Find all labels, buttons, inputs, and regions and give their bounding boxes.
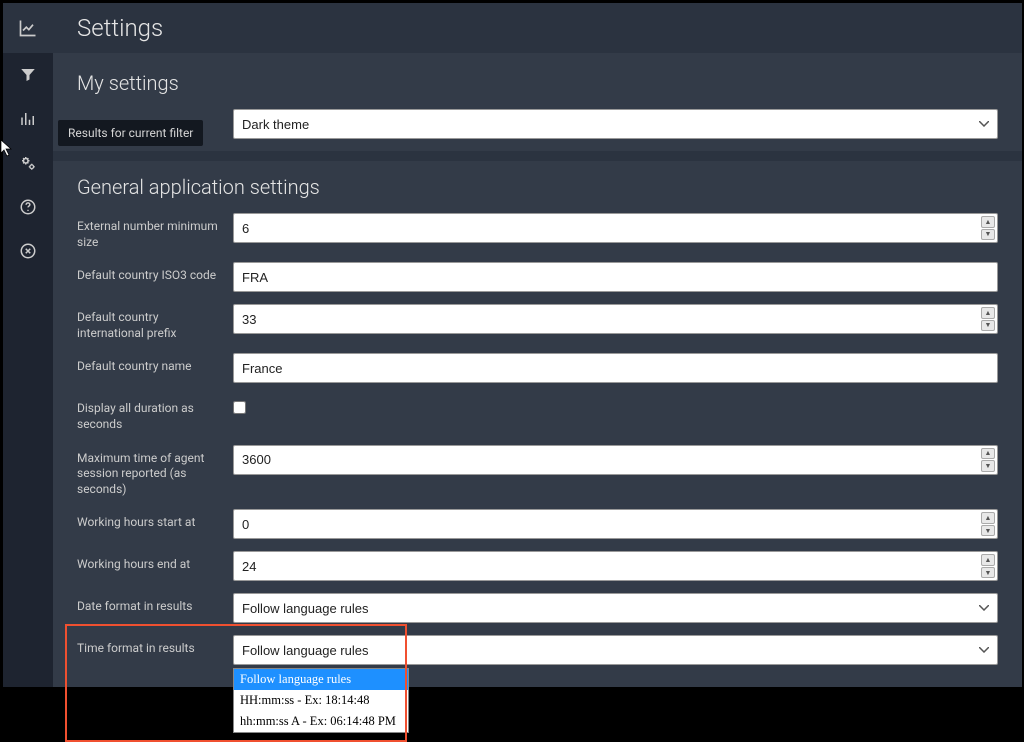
spin-down[interactable]: ▼ bbox=[981, 229, 995, 241]
input-work-end[interactable] bbox=[233, 551, 998, 581]
close-circle-icon bbox=[19, 242, 37, 260]
row-date-format: Date format in results Follow language r… bbox=[77, 593, 998, 623]
sidebar-item-close[interactable] bbox=[3, 229, 53, 273]
my-settings-title: My settings bbox=[77, 71, 998, 95]
tooltip-results: Results for current filter bbox=[58, 120, 203, 146]
spin-down[interactable]: ▼ bbox=[981, 525, 995, 537]
general-settings-title: General application settings bbox=[77, 175, 998, 199]
row-country-name: Default country name bbox=[77, 353, 998, 383]
row-work-end: Working hours end at ▲ ▼ bbox=[77, 551, 998, 581]
spin-up[interactable]: ▲ bbox=[981, 448, 995, 460]
label-date-format: Date format in results bbox=[77, 593, 233, 615]
input-country-name[interactable] bbox=[233, 353, 998, 383]
page-title: Settings bbox=[77, 14, 163, 42]
label-ext-num-min: External number minimum size bbox=[77, 213, 233, 250]
bar-chart-icon bbox=[19, 110, 37, 128]
help-icon bbox=[19, 198, 37, 216]
chart-line-icon bbox=[18, 18, 38, 38]
time-format-option[interactable]: Follow language rules bbox=[234, 669, 408, 690]
input-work-start[interactable] bbox=[233, 509, 998, 539]
content: My settings Dark theme General applicati… bbox=[53, 53, 1022, 687]
row-iso3: Default country ISO3 code bbox=[77, 262, 998, 292]
sidebar bbox=[3, 3, 53, 687]
main: Settings My settings Dark theme General … bbox=[53, 3, 1022, 687]
input-ext-num-min[interactable] bbox=[233, 213, 998, 243]
sidebar-item-results[interactable] bbox=[3, 97, 53, 141]
time-format-option[interactable]: hh:mm:ss A - Ex: 06:14:48 PM bbox=[234, 711, 408, 732]
time-format-dropdown: Follow language rules HH:mm:ss - Ex: 18:… bbox=[233, 668, 409, 733]
sidebar-logo[interactable] bbox=[3, 3, 53, 53]
spin-up[interactable]: ▲ bbox=[981, 216, 995, 228]
label-work-start: Working hours start at bbox=[77, 509, 233, 531]
page-header: Settings bbox=[53, 3, 1022, 53]
row-intl-prefix: Default country international prefix ▲ ▼ bbox=[77, 304, 998, 341]
row-ext-num-min: External number minimum size ▲ ▼ bbox=[77, 213, 998, 250]
row-dur-seconds: Display all duration as seconds bbox=[77, 395, 998, 432]
row-theme: Dark theme bbox=[77, 109, 998, 139]
spin-down[interactable]: ▼ bbox=[981, 320, 995, 332]
divider bbox=[53, 151, 1022, 161]
spin-down[interactable]: ▼ bbox=[981, 460, 995, 472]
spin-up[interactable]: ▲ bbox=[981, 307, 995, 319]
input-max-session[interactable] bbox=[233, 445, 998, 475]
select-date-format[interactable]: Follow language rules bbox=[233, 593, 998, 623]
select-time-format[interactable]: Follow language rules bbox=[233, 635, 998, 665]
label-max-session: Maximum time of agent session reported (… bbox=[77, 445, 233, 498]
label-time-format: Time format in results bbox=[77, 635, 233, 657]
label-iso3: Default country ISO3 code bbox=[77, 262, 233, 284]
sidebar-item-filter[interactable] bbox=[3, 53, 53, 97]
label-intl-prefix: Default country international prefix bbox=[77, 304, 233, 341]
filter-icon bbox=[19, 66, 37, 84]
spin-down[interactable]: ▼ bbox=[981, 567, 995, 579]
spin-up[interactable]: ▲ bbox=[981, 512, 995, 524]
label-dur-seconds: Display all duration as seconds bbox=[77, 395, 233, 432]
cursor-icon bbox=[0, 139, 14, 157]
spin-up[interactable]: ▲ bbox=[981, 554, 995, 566]
label-country-name: Default country name bbox=[77, 353, 233, 375]
checkbox-dur-seconds[interactable] bbox=[233, 401, 246, 414]
sidebar-item-help[interactable] bbox=[3, 185, 53, 229]
theme-select[interactable]: Dark theme bbox=[233, 109, 998, 139]
label-work-end: Working hours end at bbox=[77, 551, 233, 573]
input-iso3[interactable] bbox=[233, 262, 998, 292]
gears-icon bbox=[19, 154, 37, 172]
input-intl-prefix[interactable] bbox=[233, 304, 998, 334]
time-format-option[interactable]: HH:mm:ss - Ex: 18:14:48 bbox=[234, 690, 408, 711]
row-max-session: Maximum time of agent session reported (… bbox=[77, 445, 998, 498]
row-work-start: Working hours start at ▲ ▼ bbox=[77, 509, 998, 539]
row-time-format: Time format in results Follow language r… bbox=[77, 635, 998, 665]
